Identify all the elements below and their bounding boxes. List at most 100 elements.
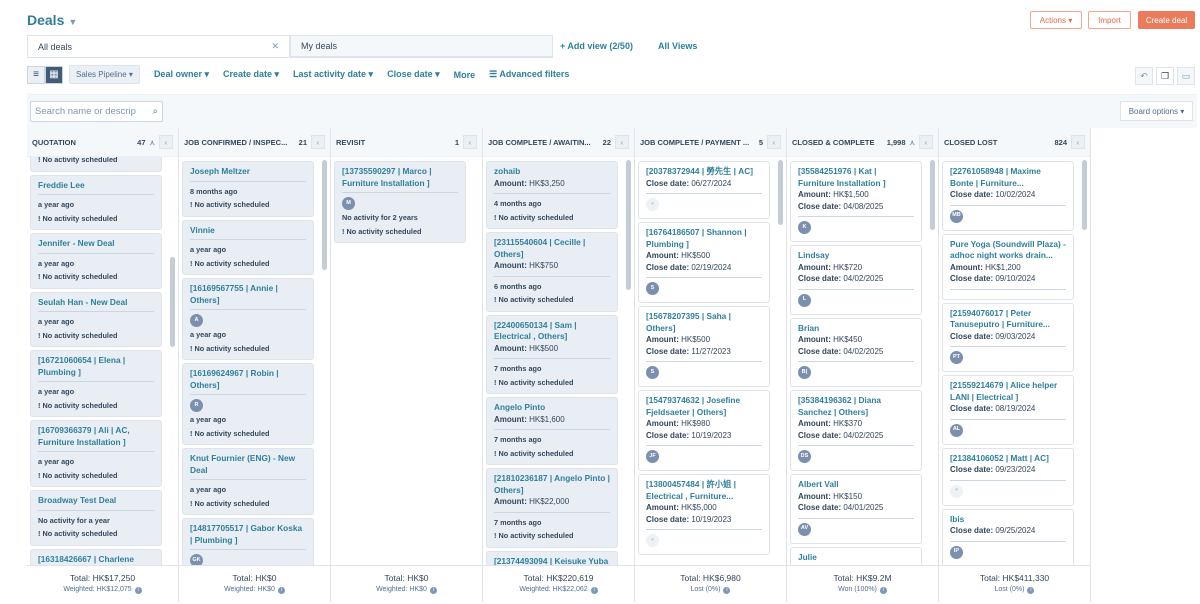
- column-scrollbar[interactable]: [778, 160, 783, 225]
- board-options-button[interactable]: Board options ▾: [1120, 101, 1193, 121]
- collapse-column-button[interactable]: ‹: [919, 135, 933, 149]
- deal-name-link[interactable]: [35384196362 | Diana Sanchez | Others]: [798, 395, 914, 418]
- page-title[interactable]: Deals ▼: [27, 12, 77, 28]
- collapse-column-button[interactable]: ‹: [615, 135, 629, 149]
- deal-card[interactable]: Brian Amount: HK$450 Close date: 04/02/202…: [790, 317, 922, 387]
- deal-card[interactable]: [13800457484 | 許小姐 | Electrical , Furnit…: [638, 474, 770, 555]
- info-icon[interactable]: i: [723, 587, 731, 594]
- info-icon[interactable]: i: [1027, 587, 1035, 594]
- collapse-column-button[interactable]: ‹: [311, 135, 325, 149]
- deal-card[interactable]: Jennifer - New Deal a year ago ! No activi…: [30, 233, 162, 289]
- deal-card[interactable]: Seulah Han - New Deal a year ago ! No acti…: [30, 291, 162, 347]
- deal-card[interactable]: [21374493094 | Keisuke Yuba | AC]Amount:…: [486, 550, 618, 566]
- deal-name-link[interactable]: [22761058948 | Maxime Bonte | Furniture.…: [950, 166, 1066, 189]
- deal-card[interactable]: [13735590297 | Marco | Furniture Install…: [334, 161, 466, 243]
- deal-card[interactable]: [21594076017 | Peter Tanuseputro | Furni…: [942, 302, 1074, 372]
- deal-name-link[interactable]: [16169567755 | Annie | Others]: [190, 283, 306, 310]
- deal-card[interactable]: [21559214679 | Alice helper LANI | Elect…: [942, 375, 1074, 445]
- deal-card[interactable]: [16169624967 | Robin | Others] Ra year ag…: [182, 363, 314, 445]
- collapse-column-button[interactable]: ‹: [159, 135, 173, 149]
- deal-card[interactable]: [35384196362 | Diana Sanchez | Others] Am…: [790, 390, 922, 471]
- copy-icon[interactable]: ❐: [1156, 67, 1174, 85]
- deal-card[interactable]: Joseph Meltzer 8 months ago ! No activity …: [182, 161, 314, 217]
- deal-card[interactable]: ! No activity scheduled: [30, 157, 162, 172]
- deal-name-link[interactable]: Knut Fournier (ENG) - New Deal: [190, 453, 306, 480]
- info-icon[interactable]: i: [590, 587, 598, 594]
- deal-card[interactable]: Broadway Test Deal No activity for a year…: [30, 490, 162, 546]
- collapse-column-button[interactable]: ‹: [463, 135, 477, 149]
- deal-card[interactable]: [16709366379 | Ali | AC, Furniture Insta…: [30, 420, 162, 487]
- deal-card[interactable]: [16169567755 | Annie | Others] Aa year ag…: [182, 278, 314, 360]
- deal-name-link[interactable]: Lindsay: [798, 250, 914, 262]
- save-icon[interactable]: ▭: [1177, 67, 1195, 85]
- collapse-column-button[interactable]: ‹: [767, 135, 781, 149]
- deal-name-link[interactable]: [35584251976 | Kat | Furniture Installat…: [798, 166, 914, 189]
- deal-name-link[interactable]: [22400650134 | Sam | Electrical , Others…: [494, 320, 610, 343]
- deal-card[interactable]: [23115540604 | Cecille | Others] Amount: …: [486, 232, 618, 312]
- tab-my-deals[interactable]: My deals: [290, 35, 553, 57]
- deal-card[interactable]: Knut Fournier (ENG) - New Deal a year ago…: [182, 448, 314, 515]
- deal-name-link[interactable]: Albert Vall: [798, 479, 914, 491]
- actions-button[interactable]: Actions ▾: [1030, 11, 1082, 29]
- deal-card[interactable]: [21384106052 | Matt | AC] Close date: 09/…: [942, 447, 1074, 506]
- deal-name-link[interactable]: [14817705517 | Gabor Koska | Plumbing ]: [190, 523, 306, 550]
- collapse-column-button[interactable]: ‹: [1071, 135, 1085, 149]
- deal-name-link[interactable]: Freddie Lee: [38, 180, 154, 195]
- sort-icon[interactable]: ⋏: [910, 138, 916, 147]
- list-view-icon[interactable]: ≡: [27, 65, 45, 84]
- deal-name-link[interactable]: [21810236187 | Angelo Pinto | Others]: [494, 473, 610, 496]
- deal-name-link[interactable]: Vinnie: [190, 225, 306, 240]
- deal-name-link[interactable]: [21594076017 | Peter Tanuseputro | Furni…: [950, 308, 1066, 331]
- deal-name-link[interactable]: Julie: [798, 552, 914, 564]
- deal-card[interactable]: [22400650134 | Sam | Electrical , Others…: [486, 314, 618, 394]
- deal-name-link[interactable]: Jennifer - New Deal: [38, 238, 154, 254]
- deal-card[interactable]: [21810236187 | Angelo Pinto | Others] Amo…: [486, 468, 618, 548]
- column-scrollbar[interactable]: [1082, 160, 1087, 230]
- add-view-link[interactable]: + Add view (2/50): [560, 41, 633, 51]
- undo-icon[interactable]: ↶: [1135, 67, 1153, 85]
- deal-card[interactable]: Albert Vall Amount: HK$150 Close date: 04/…: [790, 474, 922, 544]
- deal-card[interactable]: Freddie Lee a year ago ! No activity sched…: [30, 174, 162, 230]
- deal-name-link[interactable]: [16169624967 | Robin | Others]: [190, 368, 306, 395]
- deal-name-link[interactable]: Brian: [798, 323, 914, 335]
- deal-name-link[interactable]: [16764186507 | Shannon | Plumbing ]: [646, 227, 762, 250]
- more-filters[interactable]: More: [454, 70, 476, 80]
- sort-icon[interactable]: ⋏: [150, 138, 156, 147]
- deal-name-link[interactable]: [21559214679 | Alice helper LANI | Elect…: [950, 380, 1066, 403]
- deal-card[interactable]: [35584251976 | Kat | Furniture Installat…: [790, 161, 922, 242]
- deal-card[interactable]: [22761058948 | Maxime Bonte | Furniture.…: [942, 161, 1074, 231]
- deal-name-link[interactable]: [16318426667 | Charlene Marrié | Electri…: [38, 554, 154, 566]
- column-scrollbar[interactable]: [626, 160, 631, 290]
- column-scrollbar[interactable]: [170, 257, 175, 347]
- last-activity-filter[interactable]: Last activity date ▾: [293, 69, 373, 80]
- deal-name-link[interactable]: [21384106052 | Matt | AC]: [950, 453, 1066, 465]
- info-icon[interactable]: i: [134, 587, 142, 594]
- deal-card[interactable]: [14817705517 | Gabor Koska | Plumbing ] G…: [182, 518, 314, 565]
- deal-owner-filter[interactable]: Deal owner ▾: [154, 69, 209, 80]
- deal-name-link[interactable]: Angelo Pinto: [494, 402, 610, 414]
- deal-card[interactable]: Lindsay Amount: HK$720 Close date: 04/02/2…: [790, 245, 922, 315]
- deal-name-link[interactable]: [21374493094 | Keisuke Yuba | AC]: [494, 556, 610, 566]
- deal-name-link[interactable]: zohaib: [494, 166, 610, 178]
- deal-card[interactable]: [15678207395 | Saha | Others] Amount: HK$…: [638, 306, 770, 387]
- column-scrollbar[interactable]: [930, 160, 935, 230]
- import-button[interactable]: Import: [1088, 11, 1131, 29]
- deal-name-link[interactable]: [20378372944 | 勞先生 | AC]: [646, 166, 762, 178]
- deal-name-link[interactable]: Seulah Han - New Deal: [38, 297, 154, 312]
- deal-name-link[interactable]: Broadway Test Deal: [38, 495, 154, 511]
- deal-name-link[interactable]: [13800457484 | 許小姐 | Electrical , Furnit…: [646, 479, 762, 502]
- deal-name-link[interactable]: [16721060654 | Elena | Plumbing ]: [38, 355, 154, 382]
- deal-card[interactable]: [16721060654 | Elena | Plumbing ] a year …: [30, 350, 162, 417]
- pipeline-select[interactable]: Sales Pipeline ▾: [69, 65, 140, 84]
- column-scrollbar[interactable]: [322, 160, 327, 270]
- all-views-link[interactable]: All Views: [658, 41, 697, 51]
- close-date-filter[interactable]: Close date ▾: [387, 69, 440, 80]
- deal-card[interactable]: [16764186507 | Shannon | Plumbing ] Amoun…: [638, 222, 770, 303]
- create-date-filter[interactable]: Create date ▾: [223, 69, 279, 80]
- tab-all-deals[interactable]: All deals ✕: [27, 35, 290, 57]
- deal-card[interactable]: [20378372944 | 勞先生 | AC] Close date: 06/2…: [638, 161, 770, 219]
- close-icon[interactable]: ✕: [271, 41, 279, 52]
- deal-card[interactable]: Vinnie a year ago ! No activity scheduled: [182, 219, 314, 275]
- info-icon[interactable]: i: [277, 587, 285, 594]
- deal-card[interactable]: Pure Yoga (Soundwill Plaza) - adhoc nigh…: [942, 233, 1074, 300]
